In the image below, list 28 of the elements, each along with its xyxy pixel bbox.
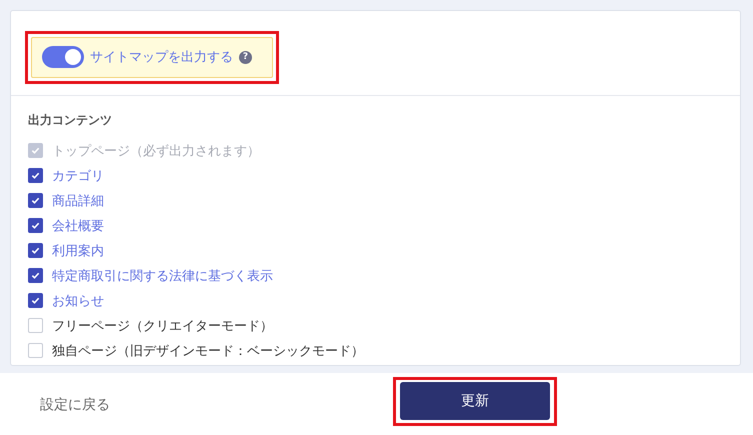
- checkbox-label: お知らせ: [52, 292, 104, 310]
- check-icon: [31, 221, 40, 230]
- help-icon[interactable]: ?: [239, 50, 252, 64]
- toggle-label: サイトマップを出力する: [90, 49, 233, 66]
- update-button[interactable]: 更新: [400, 382, 550, 420]
- checkbox-label: 独自ページ（旧デザインモード：ベーシックモード）: [52, 342, 364, 360]
- check-icon: [31, 196, 40, 205]
- checkbox[interactable]: [28, 293, 43, 308]
- check-icon: [31, 146, 40, 155]
- checkbox-label: 会社概要: [52, 218, 104, 234]
- toggle-switch[interactable]: [42, 46, 84, 68]
- checkbox-label: 利用案内: [52, 242, 104, 260]
- checkbox[interactable]: [28, 243, 43, 258]
- checkbox-label: カテゴリ: [52, 168, 104, 184]
- checkbox-label: 特定商取引に関する法律に基づく表示: [52, 268, 273, 284]
- checkbox-label: 商品詳細: [52, 192, 104, 210]
- checkbox[interactable]: [28, 193, 43, 208]
- check-icon: [31, 296, 40, 305]
- checkbox[interactable]: [28, 218, 43, 233]
- checkbox-label: トップページ（必ず出力されます）: [52, 142, 260, 160]
- checkbox-label: フリーページ（クリエイターモード）: [52, 318, 273, 334]
- check-icon: [31, 271, 40, 280]
- back-link[interactable]: 設定に戻る: [40, 397, 110, 413]
- checkbox[interactable]: [28, 268, 43, 283]
- section-title: 出力コンテンツ: [28, 112, 113, 129]
- checkbox[interactable]: [28, 168, 43, 183]
- check-icon: [31, 246, 40, 255]
- check-icon: [31, 171, 40, 180]
